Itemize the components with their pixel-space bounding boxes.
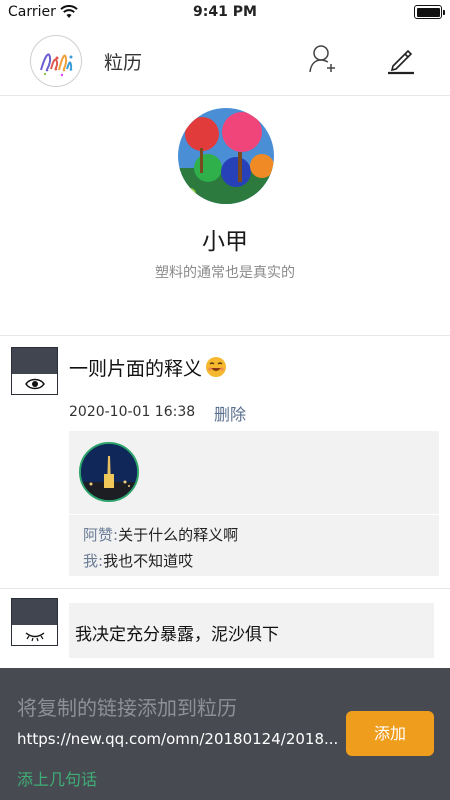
add-note-link[interactable]: 添上几句话 (17, 766, 97, 790)
comments-box: 阿赞:关于什么的释义啊 我:我也不知道哎 (69, 431, 439, 576)
comment-author[interactable]: 阿赞 (83, 526, 113, 544)
clock: 9:41 PM (193, 4, 257, 20)
divider (0, 588, 450, 589)
profile-name: 小甲 (202, 229, 248, 255)
commenter-thumbnail[interactable] (79, 442, 139, 502)
copied-url: https://new.qq.com/omn/20180124/2018... (17, 730, 337, 748)
add-button[interactable]: 添加 (346, 711, 434, 756)
sheet-title: 将复制的链接添加到粒历 (17, 696, 237, 720)
comment-text: 我也不知道哎 (103, 552, 194, 570)
battery-icon (414, 5, 445, 19)
divider (0, 335, 450, 336)
add-friend-button[interactable] (306, 42, 340, 76)
compose-button[interactable] (384, 42, 418, 76)
add-friend-icon (309, 45, 335, 73)
comment-author[interactable]: 我 (83, 552, 98, 570)
smile-emoji-icon (206, 357, 227, 377)
profile-avatar[interactable] (178, 108, 274, 204)
eye-icon (25, 378, 45, 390)
add-link-sheet: 将复制的链接添加到粒历 https://new.qq.com/omn/20180… (0, 668, 450, 800)
post-text-label: 一则片面的释义 (69, 358, 203, 380)
post-timestamp: 2020-10-01 16:38 (69, 404, 196, 420)
post-author-avatar[interactable] (11, 347, 58, 395)
compose-icon (388, 49, 414, 75)
comment-item[interactable]: 阿赞:关于什么的释义啊 (83, 524, 238, 545)
profile-signature: 塑料的通常也是真实的 (155, 265, 295, 281)
nav-bar: 粒历 (0, 26, 450, 96)
comment-item[interactable]: 我:我也不知道哎 (83, 550, 193, 571)
post-text: 我决定充分暴露，泥沙俱下 (69, 603, 434, 658)
delete-button[interactable]: 删除 (214, 401, 246, 425)
closed-eye-icon (25, 632, 45, 642)
comment-text: 关于什么的释义啊 (118, 526, 239, 544)
app-title: 粒历 (104, 52, 143, 74)
post-text: 一则片面的释义 (69, 354, 227, 381)
app-logo[interactable] (30, 35, 82, 87)
comments-divider (69, 514, 439, 515)
post-author-avatar[interactable] (11, 598, 58, 646)
status-bar: Carrier 9:41 PM (0, 0, 450, 26)
